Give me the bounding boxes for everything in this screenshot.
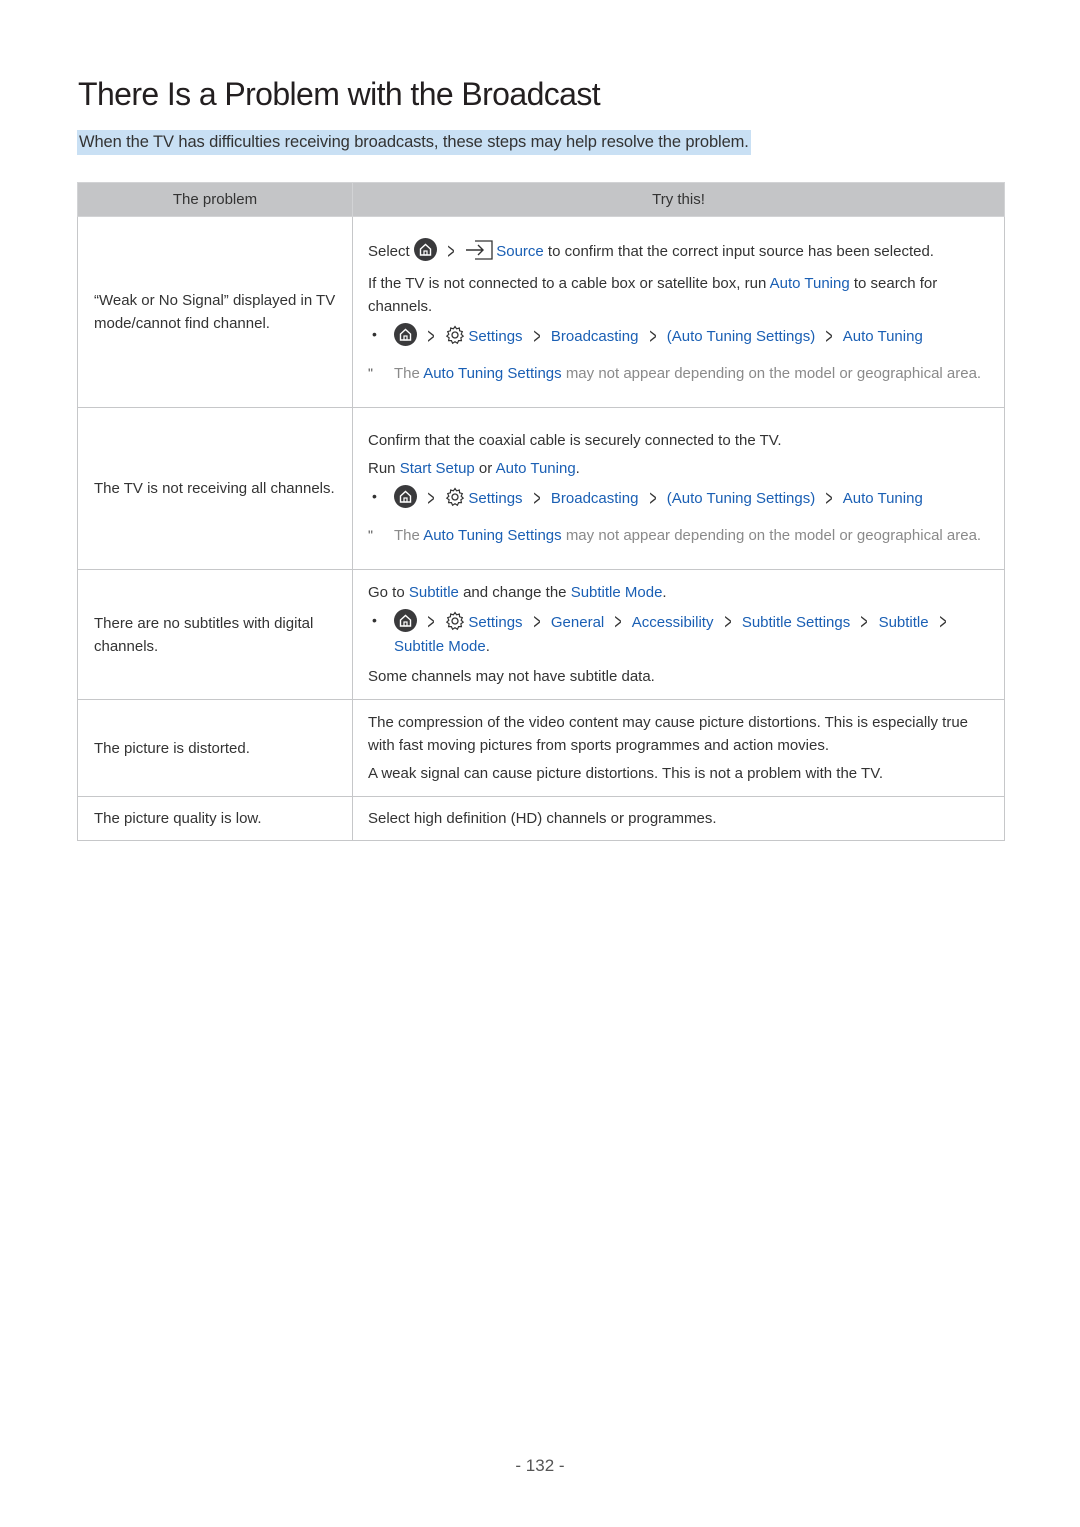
chevron-right-icon: > <box>427 609 435 636</box>
header-problem: The problem <box>77 182 353 217</box>
start-setup-link[interactable]: Start Setup <box>400 460 475 477</box>
home-icon <box>394 609 417 632</box>
problem-cell: The picture quality is low. <box>77 796 353 841</box>
table-row: The TV is not receiving all channels. Co… <box>77 407 1005 570</box>
path-broadcasting[interactable]: Broadcasting <box>551 490 639 507</box>
problem-cell: “Weak or No Signal” displayed in TV mode… <box>77 216 353 408</box>
bullet: • <box>372 326 377 342</box>
home-icon <box>394 323 417 346</box>
home-icon <box>394 485 417 508</box>
chevron-right-icon: > <box>447 238 455 265</box>
path-auto-tuning[interactable]: Auto Tuning <box>843 328 923 345</box>
bullet: • <box>372 612 377 628</box>
note: " The Auto Tuning Settings may not appea… <box>368 523 988 548</box>
gear-icon <box>445 611 465 637</box>
path-settings[interactable]: Settings <box>468 490 522 507</box>
subtitle-data-line: Some channels may not have subtitle data… <box>368 668 655 685</box>
menu-path: • > Settings > General > Accessibility >… <box>368 609 988 657</box>
note-icon: " <box>368 365 373 381</box>
path-general[interactable]: General <box>551 614 604 631</box>
troubleshooting-table: The problem Try this! “Weak or No Signal… <box>77 182 1005 841</box>
select-source-line: Select > Source to confirm that the corr… <box>368 238 988 267</box>
subtitle-mode-link[interactable]: Subtitle Mode <box>571 584 663 601</box>
run-setup-line: Run Start Setup or Auto Tuning. <box>368 460 580 477</box>
source-input-icon <box>465 240 493 267</box>
lead-paragraph: When the TV has difficulties receiving b… <box>77 130 751 155</box>
path-auto-tuning-settings[interactable]: (Auto Tuning Settings) <box>667 328 815 345</box>
chevron-right-icon: > <box>427 485 435 512</box>
chevron-right-icon: > <box>724 609 732 636</box>
path-auto-tuning[interactable]: Auto Tuning <box>843 490 923 507</box>
note: " The Auto Tuning Settings may not appea… <box>368 361 988 386</box>
table-row: The picture quality is low. Select high … <box>77 796 1005 841</box>
subtitle-link[interactable]: Subtitle <box>409 584 459 601</box>
auto-tuning-instruction: If the TV is not connected to a cable bo… <box>368 275 938 315</box>
solution-cell: Go to Subtitle and change the Subtitle M… <box>352 569 1005 700</box>
path-settings[interactable]: Settings <box>468 614 522 631</box>
note-icon: " <box>368 527 373 543</box>
path-subtitle-mode[interactable]: Subtitle Mode <box>394 638 486 655</box>
path-auto-tuning-settings[interactable]: (Auto Tuning Settings) <box>667 490 815 507</box>
chevron-right-icon: > <box>533 609 541 636</box>
header-try-this: Try this! <box>352 182 1005 217</box>
weak-signal-line: A weak signal can cause picture distorti… <box>368 765 883 782</box>
chevron-right-icon: > <box>533 323 541 350</box>
bullet: • <box>372 488 377 504</box>
problem-cell: There are no subtitles with digital chan… <box>77 569 353 700</box>
auto-tuning-link[interactable]: Auto Tuning <box>770 275 850 292</box>
gear-icon <box>445 487 465 514</box>
subtitle-instruction: Go to Subtitle and change the Subtitle M… <box>368 584 667 601</box>
table-row: There are no subtitles with digital chan… <box>77 569 1005 700</box>
menu-path: • > Settings > Broadcasting > (Auto Tuni… <box>368 485 988 514</box>
home-icon <box>413 238 437 261</box>
auto-tuning-settings-link[interactable]: Auto Tuning Settings <box>423 365 561 382</box>
path-accessibility[interactable]: Accessibility <box>632 614 714 631</box>
source-link[interactable]: Source <box>496 243 544 260</box>
hd-line: Select high definition (HD) channels or … <box>368 810 717 827</box>
path-subtitle[interactable]: Subtitle <box>879 614 929 631</box>
auto-tuning-link[interactable]: Auto Tuning <box>496 460 576 477</box>
chevron-right-icon: > <box>614 609 622 636</box>
chevron-right-icon: > <box>825 323 833 350</box>
chevron-right-icon: > <box>825 485 833 512</box>
page-title: There Is a Problem with the Broadcast <box>78 76 601 112</box>
chevron-right-icon: > <box>533 485 541 512</box>
table-row: The picture is distorted. The compressio… <box>77 699 1005 797</box>
coaxial-line: Confirm that the coaxial cable is secure… <box>368 432 782 449</box>
chevron-right-icon: > <box>939 609 947 636</box>
compression-line: The compression of the video content may… <box>368 714 969 754</box>
path-broadcasting[interactable]: Broadcasting <box>551 328 639 345</box>
solution-cell: The compression of the video content may… <box>352 699 1005 797</box>
menu-path: • > Settings > Broadcasting > (Auto Tuni… <box>368 323 988 352</box>
page-number: - 132 - <box>515 1456 565 1475</box>
table-row: “Weak or No Signal” displayed in TV mode… <box>77 216 1005 408</box>
problem-cell: The picture is distorted. <box>77 699 353 797</box>
auto-tuning-settings-link[interactable]: Auto Tuning Settings <box>423 527 561 544</box>
solution-cell: Select high definition (HD) channels or … <box>352 796 1005 841</box>
chevron-right-icon: > <box>427 323 435 350</box>
problem-cell: The TV is not receiving all channels. <box>77 407 353 570</box>
chevron-right-icon: > <box>649 485 657 512</box>
chevron-right-icon: > <box>649 323 657 350</box>
gear-icon <box>445 325 465 352</box>
solution-cell: Confirm that the coaxial cable is secure… <box>352 407 1005 570</box>
path-subtitle-settings[interactable]: Subtitle Settings <box>742 614 850 631</box>
solution-cell: Select > Source to confirm that the corr… <box>352 216 1005 408</box>
chevron-right-icon: > <box>860 609 868 636</box>
path-settings[interactable]: Settings <box>468 328 522 345</box>
table-header-row: The problem Try this! <box>77 182 1005 217</box>
